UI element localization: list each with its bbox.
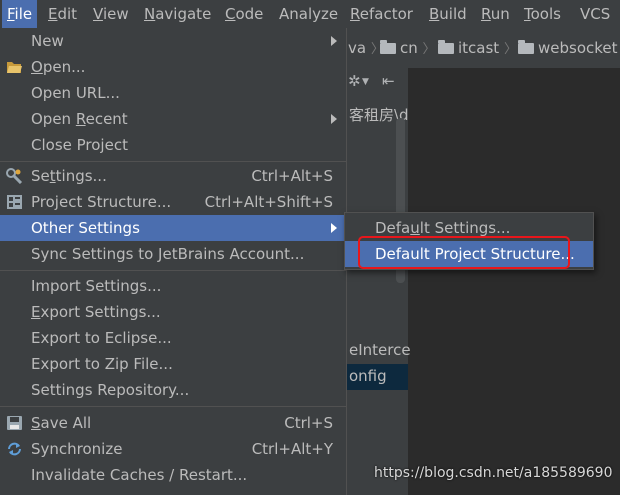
menu-item-import-settings[interactable]: Import Settings... <box>0 273 346 299</box>
folder-icon <box>380 40 396 54</box>
project-tree-item[interactable]: onfig <box>349 367 387 385</box>
wrench-icon <box>6 168 23 184</box>
submenu-arrow-icon <box>331 114 337 124</box>
menu-item-open[interactable]: Open... <box>0 54 346 80</box>
menu-divider <box>0 270 346 271</box>
menu-view[interactable]: View <box>88 0 134 28</box>
menu-edit[interactable]: Edit <box>43 0 82 28</box>
menu-divider <box>0 161 346 162</box>
save-icon <box>7 416 22 430</box>
folder-icon <box>438 40 454 54</box>
menu-divider <box>0 406 346 407</box>
submenu-arrow-icon <box>331 36 337 46</box>
menu-tools[interactable]: Tools <box>519 0 566 28</box>
menu-item-open-url[interactable]: Open URL... <box>0 80 346 106</box>
menu-item-settings-repository[interactable]: Settings Repository... <box>0 377 346 403</box>
chevron-down-icon[interactable]: ▼ <box>362 77 369 87</box>
menu-item-synchronize[interactable]: Synchronize Ctrl+Alt+Y <box>0 436 346 462</box>
project-structure-icon <box>7 195 22 209</box>
editor-area[interactable] <box>408 68 620 495</box>
menu-analyze[interactable]: Analyze <box>274 0 343 28</box>
menu-item-save-all[interactable]: Save All Ctrl+S <box>0 410 346 436</box>
menu-item-sync-settings[interactable]: Sync Settings to JetBrains Account... <box>0 241 346 267</box>
menu-item-open-recent[interactable]: Open Recent <box>0 106 346 132</box>
menu-item-other-settings[interactable]: Other Settings <box>0 215 346 241</box>
menu-item-settings[interactable]: Settings... Ctrl+Alt+S <box>0 163 346 189</box>
menu-vcs[interactable]: VCS <box>575 0 615 28</box>
breadcrumb-cn[interactable]: cn 〉 <box>380 37 440 59</box>
project-toolbar: ✲ ▼ ⇤ <box>346 70 408 98</box>
menu-item-export-zip[interactable]: Export to Zip File... <box>0 351 346 377</box>
menu-code[interactable]: Code <box>220 0 268 28</box>
menu-item-export-settings[interactable]: Export Settings... <box>0 299 346 325</box>
folder-icon <box>518 40 534 54</box>
collapse-icon[interactable]: ⇤ <box>382 72 395 90</box>
menu-navigate[interactable]: Navigate <box>139 0 216 28</box>
navigation-bar: va 〉 cn 〉 itcast 〉 websocket <box>346 28 620 69</box>
menu-file[interactable]: File <box>2 0 38 28</box>
gear-icon[interactable]: ✲ <box>348 72 361 90</box>
menu-item-project-structure[interactable]: Project Structure... Ctrl+Alt+Shift+S <box>0 189 346 215</box>
project-tree-item[interactable]: eInterce <box>349 341 411 359</box>
menu-build[interactable]: Build <box>424 0 472 28</box>
submenu-arrow-icon <box>331 223 337 233</box>
breadcrumb-websocket[interactable]: websocket <box>518 37 618 59</box>
menu-run[interactable]: Run <box>476 0 515 28</box>
file-menu: New Open... Open URL... Open Recent Clos… <box>0 28 347 495</box>
menu-item-export-eclipse[interactable]: Export to Eclipse... <box>0 325 346 351</box>
menu-item-new[interactable]: New <box>0 28 346 54</box>
annotation-highlight-box <box>358 236 570 269</box>
folder-open-icon <box>7 62 22 73</box>
watermark-text: https://blog.csdn.net/a185589690 <box>374 465 613 481</box>
menu-item-close-project[interactable]: Close Project <box>0 132 346 158</box>
breadcrumb-itcast[interactable]: itcast 〉 <box>438 37 521 59</box>
menu-bar: File Edit View Navigate Code Analyze Ref… <box>0 0 620 29</box>
menu-item-invalidate-caches[interactable]: Invalidate Caches / Restart... <box>0 462 346 488</box>
menu-refactor[interactable]: Refactor <box>345 0 418 28</box>
sync-icon <box>8 442 21 456</box>
